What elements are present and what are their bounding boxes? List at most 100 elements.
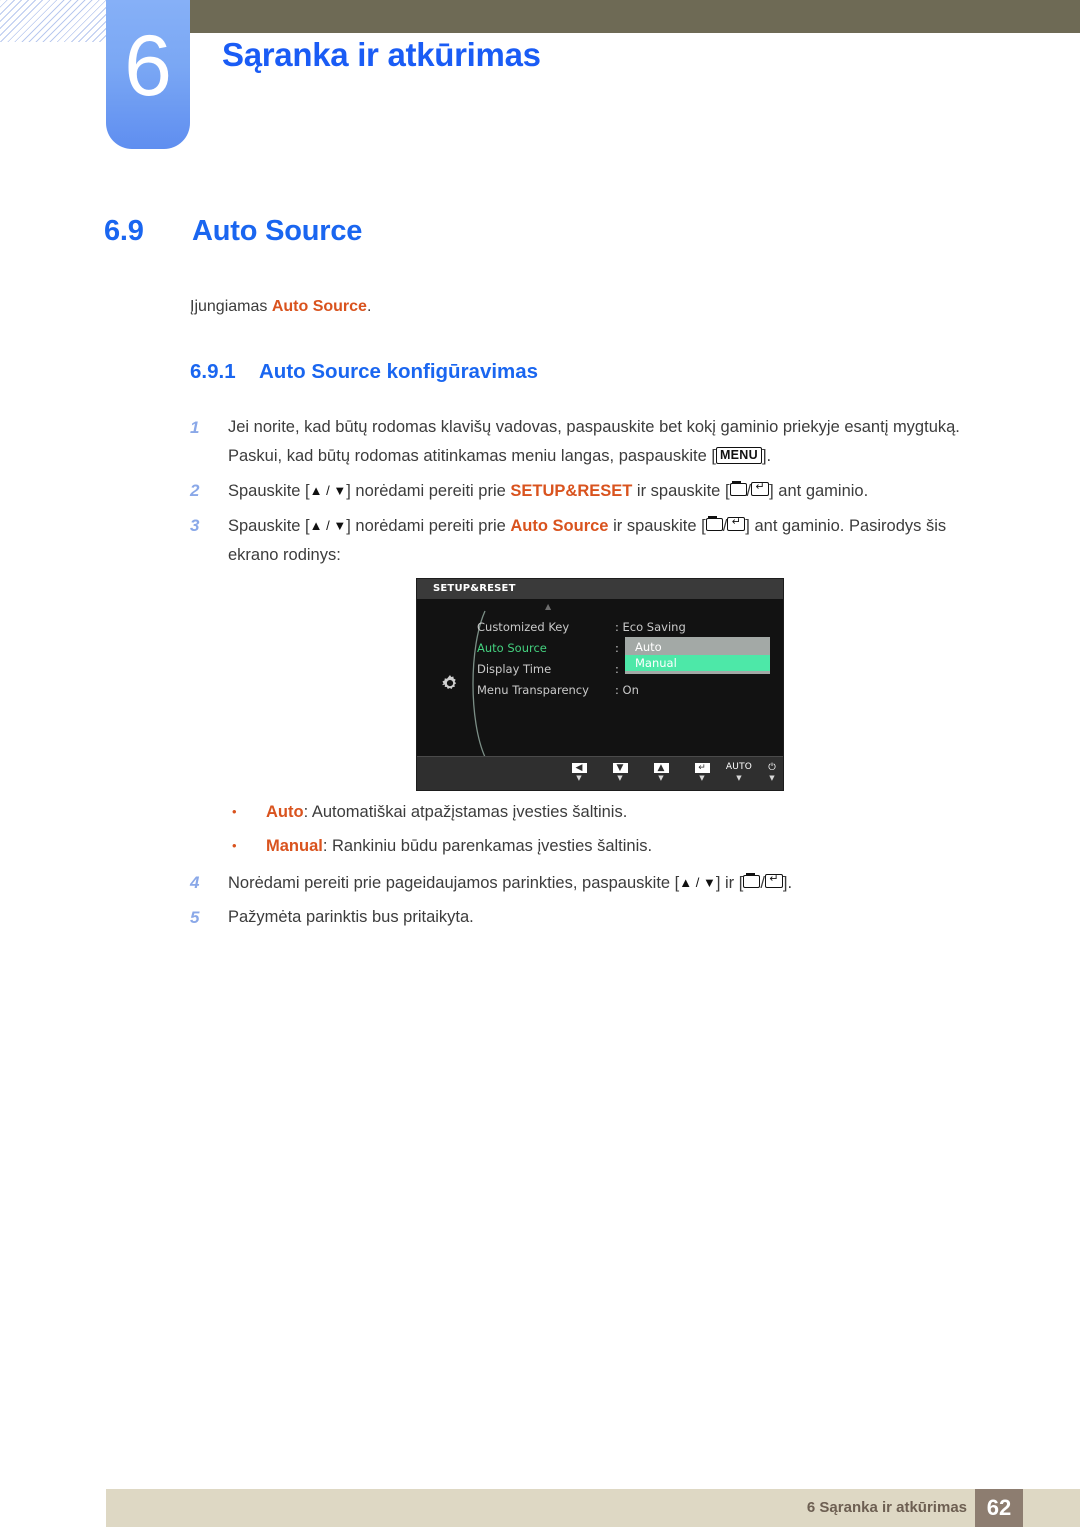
bullet-keyword: Auto <box>266 803 304 821</box>
step-number: 5 <box>190 908 200 927</box>
step-text: Jei norite, kad būtų rodomas klavišų vad… <box>228 413 1010 471</box>
step-item: 4 Norėdami pereiti prie pageidaujamos pa… <box>190 868 1010 898</box>
osd-button-tick: ▼ <box>576 774 582 782</box>
intro-suffix: . <box>366 298 372 315</box>
bullet-item: • Auto: Automatiškai atpažįstamas įvesti… <box>232 798 932 826</box>
step-item: 5 Pažymėta parinktis bus pritaikyta. <box>190 903 1010 932</box>
step-number: 1 <box>190 418 200 437</box>
subsection-heading: 6.9.1 Auto Source konfigūravimas <box>190 360 538 384</box>
corner-hatch-decoration <box>0 0 106 42</box>
down-arrow-icon: ▼ <box>603 762 637 773</box>
subsection-number: 6.9.1 <box>190 360 236 383</box>
header-olive-bar <box>190 0 1080 33</box>
bullet-marker: • <box>232 838 237 853</box>
osd-menu-item-selected[interactable]: Auto Source <box>477 638 607 659</box>
osd-value-separator: : <box>615 641 619 655</box>
step4-suffix: ]. <box>782 874 793 892</box>
section-title: Auto Source <box>192 215 363 247</box>
section-heading: 6.9 Auto Source <box>104 215 362 248</box>
osd-body: ▲ Customized Key Auto Source Display Tim… <box>417 599 783 758</box>
step3-suffix: ] ant gaminio. Pasirodys šis <box>745 517 947 535</box>
osd-button-down-arrow[interactable]: ▼ ▼ <box>603 762 637 782</box>
bullet-marker: • <box>232 804 237 819</box>
osd-button-enter[interactable]: ↵ ▼ <box>685 762 719 782</box>
step2-mid2: ir spauskite [ <box>632 482 730 500</box>
footer-page-number: 62 <box>975 1489 1023 1527</box>
updown-arrow-icon: ▲ / ▼ <box>309 483 347 498</box>
step2-mid: ] norėdami pereiti prie <box>346 482 511 500</box>
step-number: 3 <box>190 516 200 535</box>
osd-button-auto-label: AUTO <box>725 762 753 772</box>
step-number: 4 <box>190 873 200 892</box>
osd-value-row: : Eco Saving <box>615 617 775 638</box>
bullet-text: Auto: Automatiškai atpažįstamas įvesties… <box>266 798 627 826</box>
source-key-icon <box>743 872 761 888</box>
osd-button-tick: ▼ <box>617 774 623 782</box>
step-text: Pažymėta parinktis bus pritaikyta. <box>228 908 474 926</box>
step4-mid: ] ir [ <box>715 874 744 892</box>
osd-value-separator: : <box>615 620 619 634</box>
enter-key-icon <box>764 874 783 888</box>
bullet-keyword: Manual <box>266 837 323 855</box>
osd-button-tick: ▼ <box>658 774 664 782</box>
osd-button-tick: ▼ <box>769 774 775 782</box>
enter-key-icon <box>751 482 770 496</box>
step-text: Spauskite [▲ / ▼] norėdami pereiti prie … <box>228 476 1010 506</box>
osd-menu-item[interactable]: Customized Key <box>477 617 607 638</box>
intro-keyword: Auto Source <box>271 298 367 315</box>
step-number: 2 <box>190 481 200 500</box>
step-text: Norėdami pereiti prie pageidaujamos pari… <box>228 868 1010 898</box>
osd-button-auto[interactable]: AUTO ▼ <box>722 762 756 782</box>
bullet-text: Manual: Rankiniu būdu parenkamas įvestie… <box>266 832 652 860</box>
footer-chapter-label: 6 Sąranka ir atkūrimas <box>806 1499 967 1516</box>
osd-button-up-arrow[interactable]: ▲ ▼ <box>644 762 678 782</box>
up-arrow-icon: ▲ <box>644 762 678 773</box>
menu-key-glyph: MENU <box>715 447 762 464</box>
osd-dropdown-option-auto[interactable]: Auto <box>625 639 770 655</box>
osd-dropdown[interactable]: Auto Manual <box>625 637 770 674</box>
section-number: 6.9 <box>104 215 144 247</box>
osd-title-bar: SETUP&RESET <box>417 579 783 599</box>
steps-list-top: 1 Jei norite, kad būtų rodomas klavišų v… <box>190 413 1010 575</box>
osd-screenshot: SETUP&RESET ▲ Customized Key Auto Source… <box>416 578 784 791</box>
osd-value-text: On <box>622 683 639 697</box>
step3-mid: ] norėdami pereiti prie <box>346 517 511 535</box>
gear-icon <box>439 673 461 695</box>
step3-keyword: Auto Source <box>510 517 609 535</box>
step2-suffix: ] ant gaminio. <box>769 482 869 500</box>
osd-button-power[interactable]: ⏻ ▼ <box>755 762 789 782</box>
osd-button-tick: ▼ <box>699 774 705 782</box>
step1-line2-prefix: Paskui, kad būtų rodomas atitinkamas men… <box>228 447 716 465</box>
osd-dropdown-option-manual[interactable]: Manual <box>625 655 770 671</box>
osd-value-separator: : <box>615 683 619 697</box>
updown-arrow-icon: ▲ / ▼ <box>679 875 716 890</box>
step4-prefix: Norėdami pereiti prie pageidaujamos pari… <box>228 874 680 892</box>
steps-list-bottom: 4 Norėdami pereiti prie pageidaujamos pa… <box>190 868 1010 937</box>
enter-icon: ↵ <box>685 762 719 773</box>
power-icon: ⏻ <box>768 762 776 773</box>
step-item: 3 Spauskite [▲ / ▼] norėdami pereiti pri… <box>190 511 1010 570</box>
chapter-number: 6 <box>124 18 172 114</box>
step-item: 2 Spauskite [▲ / ▼] norėdami pereiti pri… <box>190 476 1010 506</box>
osd-toolbar: ◀ ▼ ▼ ▼ ▲ ▼ ↵ ▼ AUTO ▼ ⏻ ▼ <box>417 756 783 790</box>
osd-button-left-arrow[interactable]: ◀ ▼ <box>562 762 596 782</box>
enter-key-icon <box>727 517 746 531</box>
osd-scroll-up-icon: ▲ <box>545 602 552 611</box>
source-key-icon <box>705 515 723 531</box>
bullet-item: • Manual: Rankiniu būdu parenkamas įvest… <box>232 832 932 860</box>
osd-menu-labels: Customized Key Auto Source Display Time … <box>477 617 607 701</box>
step2-keyword: SETUP&RESET <box>510 482 633 500</box>
osd-value-row: : On <box>615 680 775 701</box>
step-item: 1 Jei norite, kad būtų rodomas klavišų v… <box>190 413 1010 471</box>
osd-value-separator: : <box>615 662 619 676</box>
step1-line2-suffix: ]. <box>761 447 772 465</box>
osd-menu-item[interactable]: Menu Transparency <box>477 680 607 701</box>
intro-prefix: Įjungiamas <box>190 298 272 315</box>
step3-mid2: ir spauskite [ <box>608 517 706 535</box>
step2-prefix: Spauskite [ <box>228 482 310 500</box>
step3-line2: ekrano rodinys: <box>228 546 341 564</box>
chapter-title: Sąranka ir atkūrimas <box>222 36 541 73</box>
osd-menu-item[interactable]: Display Time <box>477 659 607 680</box>
updown-arrow-icon: ▲ / ▼ <box>309 518 347 533</box>
subsection-title: Auto Source konfigūravimas <box>259 360 539 383</box>
